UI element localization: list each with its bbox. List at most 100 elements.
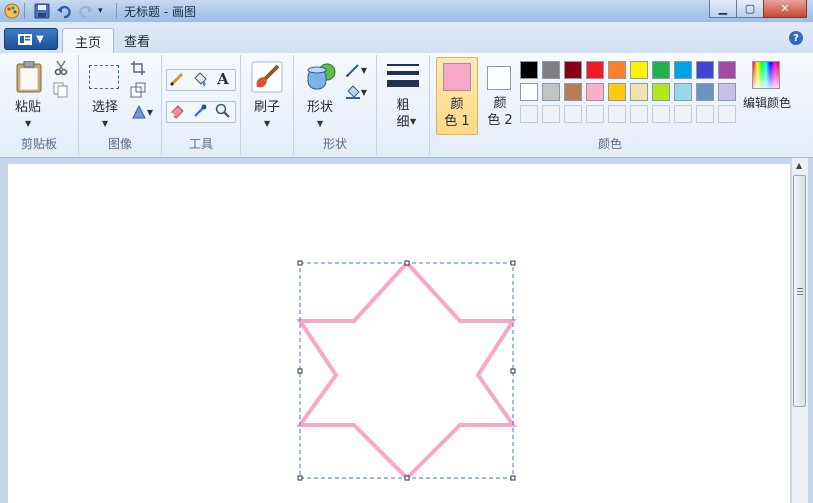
- star-shape[interactable]: [296, 260, 517, 481]
- palette-color-swatch[interactable]: [608, 61, 626, 79]
- palette-custom-slot[interactable]: [586, 105, 604, 123]
- palette-custom-slot[interactable]: [630, 105, 648, 123]
- customize-toolbar-dropdown-icon[interactable]: ▾: [98, 3, 103, 19]
- save-icon[interactable]: [34, 3, 50, 19]
- resize-handle[interactable]: [510, 260, 516, 266]
- palette-color-swatch[interactable]: [696, 83, 714, 101]
- palette-color-swatch[interactable]: [630, 61, 648, 79]
- color1-button[interactable]: 颜 色 1: [436, 57, 478, 135]
- palette-color-swatch[interactable]: [652, 83, 670, 101]
- resize-handle[interactable]: [510, 475, 516, 481]
- title-bar: ▾ 无标题 - 画图 ▁ ▢ ✕: [0, 0, 813, 23]
- eraser-icon[interactable]: [168, 102, 186, 120]
- text-tool-icon[interactable]: A: [214, 70, 232, 88]
- palette-color-swatch[interactable]: [520, 61, 538, 79]
- shapes-button[interactable]: 形状 ▼: [300, 59, 340, 139]
- fill-bucket-icon[interactable]: [191, 70, 209, 88]
- minimize-button[interactable]: ▁: [709, 0, 737, 18]
- resize-handle[interactable]: [297, 475, 303, 481]
- copy-icon[interactable]: [52, 81, 70, 99]
- toolbar-separator: [116, 3, 117, 19]
- palette-color-swatch[interactable]: [674, 61, 692, 79]
- palette-custom-slot[interactable]: [696, 105, 714, 123]
- palette-color-swatch[interactable]: [608, 83, 626, 101]
- paste-button[interactable]: 粘贴 ▼: [8, 59, 48, 139]
- resize-handle[interactable]: [510, 368, 516, 374]
- resize-handle[interactable]: [297, 368, 303, 374]
- palette-color-swatch[interactable]: [586, 83, 604, 101]
- edit-colors-button[interactable]: 编辑颜色: [738, 59, 796, 119]
- select-label: 选择: [91, 100, 118, 115]
- palette-color-swatch[interactable]: [586, 61, 604, 79]
- brushes-button[interactable]: 刷子 ▼: [247, 59, 287, 139]
- maximize-button[interactable]: ▢: [737, 0, 763, 18]
- chevron-down-icon: ▼: [360, 65, 368, 75]
- redo-icon[interactable]: [78, 3, 94, 19]
- palette-custom-slot[interactable]: [542, 105, 560, 123]
- palette-color-swatch[interactable]: [696, 61, 714, 79]
- tab-view[interactable]: 查看: [112, 28, 162, 53]
- fill-icon: [345, 85, 360, 99]
- tools-group-label: 工具: [188, 137, 213, 151]
- color2-button[interactable]: 颜 色 2: [480, 57, 520, 133]
- chevron-down-icon: ▼: [36, 33, 44, 45]
- vertical-scrollbar[interactable]: ▲: [791, 158, 808, 503]
- chevron-down-icon: ▼: [264, 119, 271, 128]
- help-icon[interactable]: ?: [789, 31, 803, 45]
- clipboard-group-label: 剪贴板: [20, 137, 57, 151]
- fill-button[interactable]: ▼: [342, 83, 370, 101]
- magnifier-icon[interactable]: [214, 102, 232, 120]
- palette-custom-slot[interactable]: [520, 105, 538, 123]
- resize-handle[interactable]: [404, 260, 410, 266]
- size-group: 粗 细 ▼: [377, 55, 430, 155]
- tab-home[interactable]: 主页: [62, 28, 115, 55]
- ribbon: 粘贴 ▼ 剪贴板 选择 ▼ ▼ 图像 A 工具 刷子 ▼ 形状 ▼ ▼ ▼ 形状…: [0, 53, 813, 158]
- palette-custom-slot[interactable]: [652, 105, 670, 123]
- select-button[interactable]: 选择 ▼: [85, 59, 125, 139]
- rotate-icon: [132, 104, 146, 119]
- palette-color-swatch[interactable]: [564, 61, 582, 79]
- ribbon-tab-bar: ▼ 主页 查看 ?: [0, 22, 813, 55]
- palette-custom-slot[interactable]: [718, 105, 736, 123]
- palette-color-swatch[interactable]: [652, 61, 670, 79]
- undo-icon[interactable]: [56, 3, 72, 19]
- resize-icon[interactable]: [129, 81, 147, 99]
- scroll-up-icon[interactable]: ▲: [796, 161, 802, 170]
- close-button[interactable]: ✕: [763, 0, 807, 18]
- color2-label-line1: 颜: [493, 96, 507, 111]
- palette-color-swatch[interactable]: [718, 83, 736, 101]
- palette-custom-slot[interactable]: [674, 105, 692, 123]
- cut-icon[interactable]: [52, 59, 70, 77]
- window-title: 无标题 - 画图: [124, 5, 196, 19]
- palette-custom-slot[interactable]: [608, 105, 626, 123]
- chevron-down-icon: ▼: [102, 119, 109, 128]
- color2-swatch: [487, 66, 511, 90]
- palette-color-swatch[interactable]: [542, 83, 560, 101]
- drawing-canvas[interactable]: [8, 164, 790, 503]
- scrollbar-thumb[interactable]: [793, 175, 806, 407]
- outline-button[interactable]: ▼: [342, 61, 370, 79]
- palette-color-swatch[interactable]: [520, 83, 538, 101]
- color-picker-icon[interactable]: [191, 102, 209, 120]
- palette-color-swatch[interactable]: [564, 83, 582, 101]
- rotate-button[interactable]: ▼: [129, 103, 155, 121]
- crop-icon[interactable]: [129, 59, 147, 77]
- paint-app-icon[interactable]: [4, 3, 20, 19]
- line-size-icon: [387, 64, 419, 87]
- close-icon: ✕: [780, 2, 790, 15]
- pencil-icon[interactable]: [168, 70, 186, 88]
- palette-color-swatch[interactable]: [718, 61, 736, 79]
- size-button[interactable]: 粗 细 ▼: [383, 59, 423, 139]
- palette-custom-slot[interactable]: [564, 105, 582, 123]
- palette-color-swatch[interactable]: [674, 83, 692, 101]
- application-menu-button[interactable]: ▼: [4, 28, 58, 50]
- color2-label-line2: 色 2: [487, 113, 513, 128]
- palette-color-swatch[interactable]: [542, 61, 560, 79]
- menu-icon: [18, 33, 33, 45]
- resize-handle[interactable]: [297, 260, 303, 266]
- edit-colors-label: 编辑颜色: [742, 96, 791, 110]
- clipboard-group: 粘贴 ▼ 剪贴板: [0, 55, 79, 155]
- resize-handle[interactable]: [404, 475, 410, 481]
- size-label-line2: 细: [396, 115, 410, 130]
- palette-color-swatch[interactable]: [630, 83, 648, 101]
